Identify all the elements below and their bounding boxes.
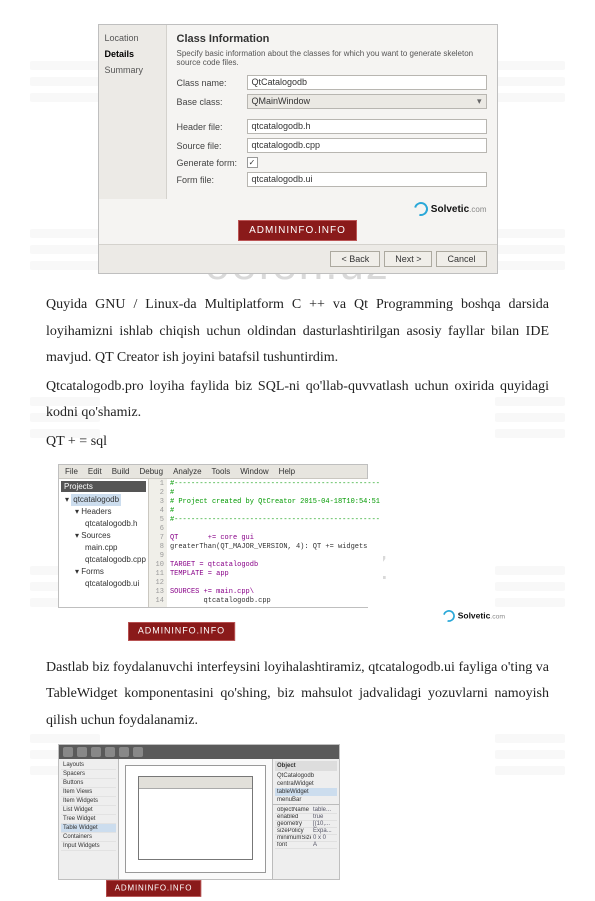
project-tree[interactable]: Projects ▾ qtcatalogodb ▾ Headers qtcata…	[59, 479, 149, 607]
object-header: Object	[275, 761, 337, 771]
widget-item[interactable]: Item Views	[61, 788, 116, 797]
next-button[interactable]: Next >	[384, 251, 432, 267]
tree-f1[interactable]: qtcatalogodb.ui	[61, 578, 146, 590]
widget-item[interactable]: Buttons	[61, 779, 116, 788]
code-editor[interactable]: 1234567891011121314 #-------------------…	[149, 479, 383, 607]
widget-item[interactable]: Input Widgets	[61, 842, 116, 851]
obj-item[interactable]: menuBar	[275, 796, 337, 804]
back-button[interactable]: < Back	[330, 251, 380, 267]
widget-box[interactable]: Layouts Spacers Buttons Item Views Item …	[59, 759, 119, 879]
tree-s2[interactable]: qtcatalogodb.cpp	[61, 554, 146, 566]
menu-analyze[interactable]: Analyze	[173, 467, 201, 476]
step-location: Location	[105, 33, 160, 43]
menu-bar[interactable]: File Edit Build Debug Analyze Tools Wind…	[59, 465, 367, 479]
menu-debug[interactable]: Debug	[139, 467, 163, 476]
tree-forms[interactable]: ▾ Forms	[61, 566, 146, 578]
widget-item[interactable]: Tree Widget	[61, 815, 116, 824]
tree-headers[interactable]: ▾ Headers	[61, 506, 146, 518]
tree-s1[interactable]: main.cpp	[61, 542, 146, 554]
cancel-button[interactable]: Cancel	[436, 251, 486, 267]
widget-item[interactable]: Spacers	[61, 770, 116, 779]
paragraph-3: Dastlab biz foydalanuvchi interfeysini l…	[46, 655, 549, 735]
header-file-input[interactable]: qtcatalogodb.h	[247, 119, 487, 134]
solvetic-logo: Solvetic.com	[256, 610, 505, 622]
admininfo-banner: ADMININFO.INFO	[106, 880, 201, 897]
source-file-label: Source file:	[177, 141, 247, 151]
step-details: Details	[105, 49, 160, 59]
admininfo-banner: ADMININFO.INFO	[238, 220, 357, 241]
qtcreator-editor: File Edit Build Debug Analyze Tools Wind…	[58, 464, 368, 608]
class-name-label: Class name:	[177, 78, 247, 88]
tree-root[interactable]: ▾ qtcatalogodb	[61, 494, 146, 506]
gutter: 1234567891011121314	[149, 479, 167, 607]
admininfo-banner: ADMININFO.INFO	[128, 622, 235, 641]
code-area[interactable]: #---------------------------------------…	[167, 479, 383, 607]
gen-form-label: Generate form:	[177, 158, 247, 168]
base-class-select[interactable]: QMainWindow	[247, 94, 487, 109]
widget-item[interactable]: List Widget	[61, 806, 116, 815]
widget-item[interactable]: Table Widget	[61, 824, 116, 833]
solvetic-logo: Solvetic.com	[99, 202, 487, 216]
property-editor[interactable]: objectNametable... enabledtrue geometry[…	[273, 805, 339, 851]
paragraph-1: Quyida GNU / Linux-da Multiplatform C ++…	[46, 292, 549, 372]
class-name-input[interactable]: QtCatalogodb	[247, 75, 487, 90]
solvetic-icon	[411, 199, 430, 218]
qt-designer: Layouts Spacers Buttons Item Views Item …	[58, 744, 340, 880]
source-file-input[interactable]: qtcatalogodb.cpp	[247, 138, 487, 153]
form-canvas[interactable]	[119, 759, 273, 879]
tree-header: Projects	[61, 481, 146, 492]
base-class-label: Base class:	[177, 97, 247, 107]
dialog-title: Class Information	[177, 33, 487, 45]
object-inspector[interactable]: Object QtCatalogodb centralWidget tableW…	[273, 759, 339, 805]
obj-item[interactable]: QtCatalogodb	[275, 772, 337, 780]
tree-sources[interactable]: ▾ Sources	[61, 530, 146, 542]
wizard-steps: Location Details Summary	[99, 25, 167, 199]
obj-item[interactable]: centralWidget	[275, 780, 337, 788]
menu-build[interactable]: Build	[112, 467, 130, 476]
menu-window[interactable]: Window	[240, 467, 268, 476]
obj-item[interactable]: tableWidget	[275, 788, 337, 796]
step-summary: Summary	[105, 65, 160, 75]
menu-edit[interactable]: Edit	[88, 467, 102, 476]
widget-item[interactable]: Item Widgets	[61, 797, 116, 806]
tree-h1[interactable]: qtcatalogodb.h	[61, 518, 146, 530]
dialog-desc: Specify basic information about the clas…	[177, 49, 487, 67]
class-info-dialog: Location Details Summary Class Informati…	[98, 24, 498, 274]
code-line-1: QT + = sql	[46, 429, 549, 456]
table-widget[interactable]	[138, 776, 253, 860]
menu-tools[interactable]: Tools	[212, 467, 231, 476]
form-file-label: Form file:	[177, 175, 247, 185]
widget-item[interactable]: Layouts	[61, 761, 116, 770]
menu-file[interactable]: File	[65, 467, 78, 476]
header-file-label: Header file:	[177, 122, 247, 132]
gen-form-checkbox[interactable]: ✓	[247, 157, 258, 168]
paragraph-2: Qtcatalogodb.pro loyiha faylida biz SQL-…	[46, 374, 549, 427]
designer-toolbar[interactable]	[59, 745, 339, 759]
form-file-input[interactable]: qtcatalogodb.ui	[247, 172, 487, 187]
widget-item[interactable]: Containers	[61, 833, 116, 842]
solvetic-icon	[441, 607, 457, 623]
menu-help[interactable]: Help	[279, 467, 295, 476]
